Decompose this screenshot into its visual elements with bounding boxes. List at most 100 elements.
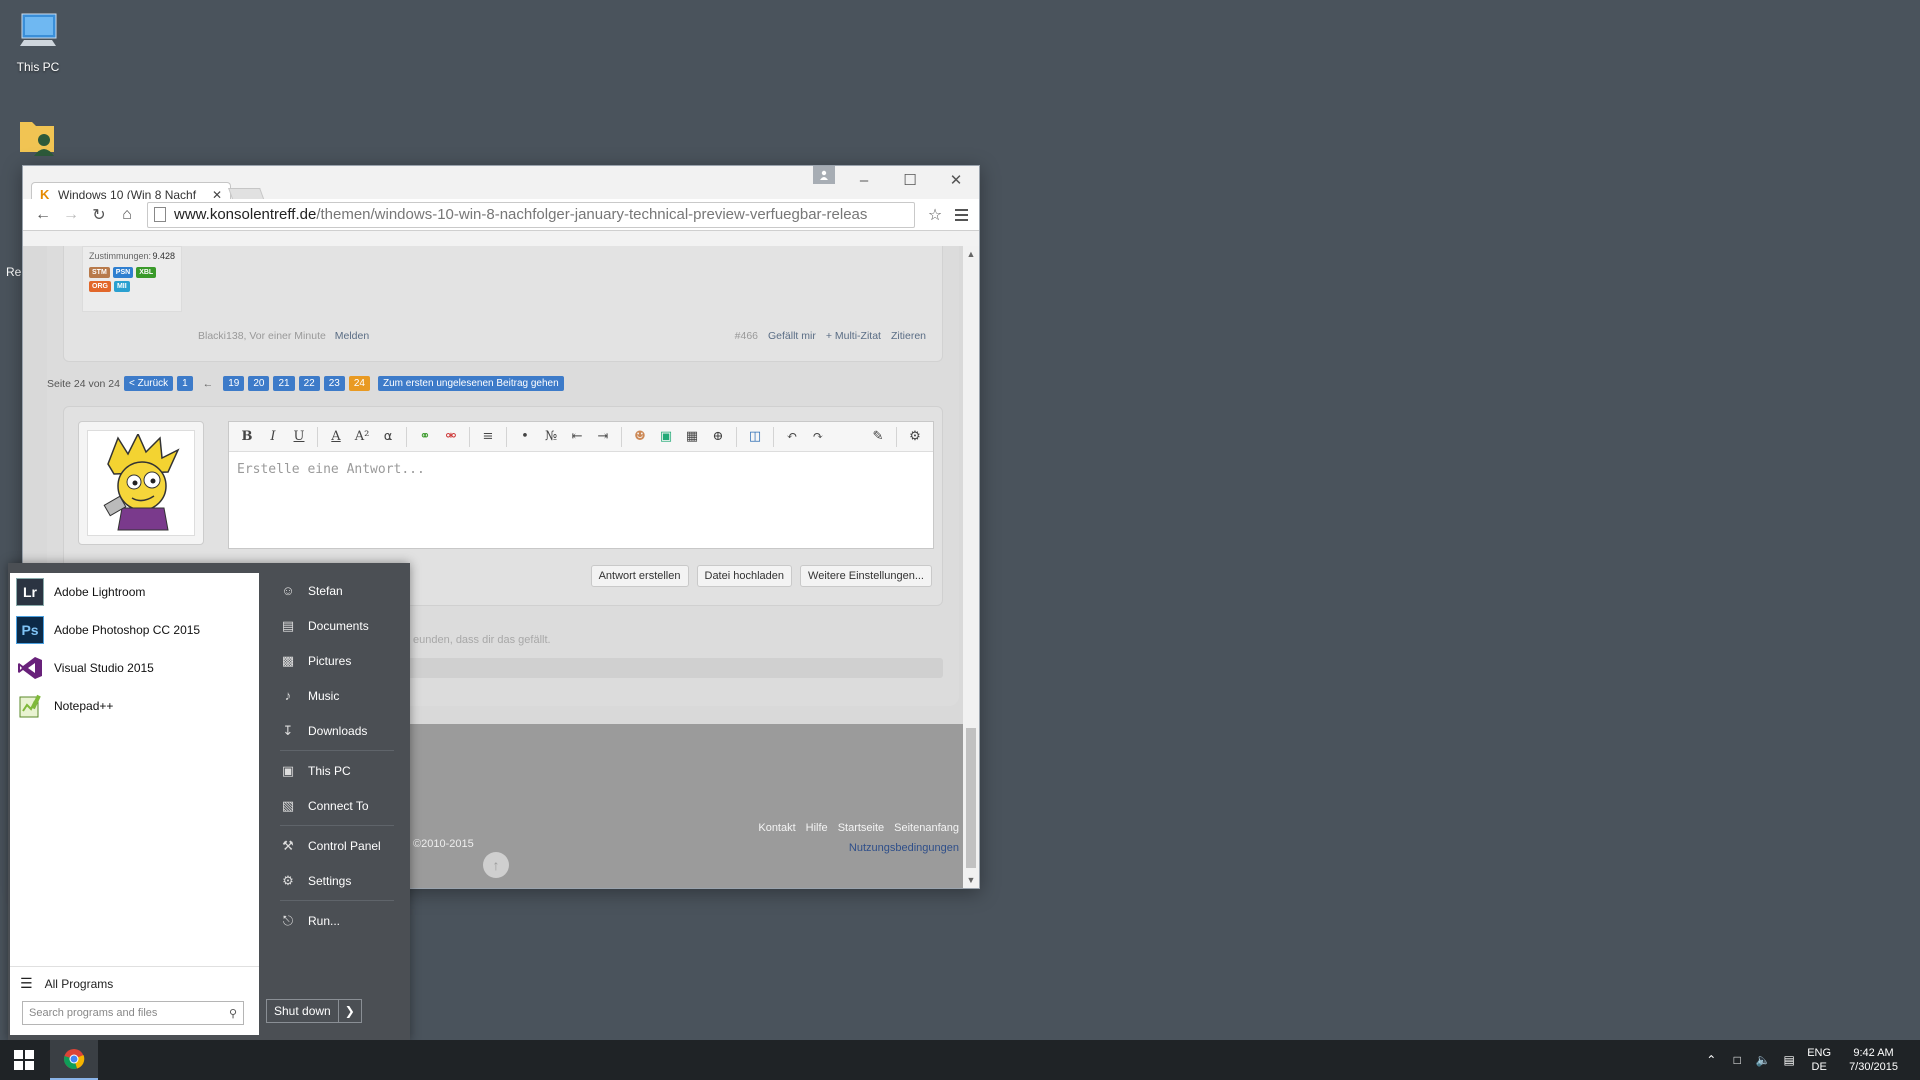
like-link[interactable]: Gefällt mir [768,330,816,342]
app-adobe-photoshop[interactable]: Ps Adobe Photoshop CC 2015 [10,611,259,649]
close-window-button[interactable]: ✕ [933,166,979,194]
undo-icon[interactable]: ↶ [780,426,804,448]
remove-link-icon[interactable]: ⚮ [439,426,463,448]
minimize-button[interactable]: – [841,166,887,194]
post-number[interactable]: #466 [735,330,758,342]
footer-link-terms[interactable]: Nutzungsbedingungen [849,842,959,854]
desktop-icon-this-pc[interactable]: This PC [0,8,76,74]
post-reply-button[interactable]: Antwort erstellen [590,565,689,587]
badge-xbl[interactable]: XBL [136,267,157,278]
scrollbar-thumb[interactable] [966,728,976,868]
place-run[interactable]: ⎋ Run... [272,903,410,938]
editor-settings-icon[interactable]: ⚙ [903,426,927,448]
bookmark-star-icon[interactable]: ☆ [921,202,949,228]
outdent-icon[interactable]: ⇤ [565,426,589,448]
shutdown-button[interactable]: Shut down [267,1000,339,1022]
remove-format-icon[interactable]: ✎ [866,426,890,448]
more-options-button[interactable]: Weitere Einstellungen... [800,565,932,587]
insert-image-icon[interactable]: ▣ [654,426,678,448]
clock[interactable]: 9:42 AM 7/30/2015 [1849,1046,1898,1074]
badge-stm[interactable]: STM [89,267,110,278]
app-adobe-lightroom[interactable]: Lr Adobe Lightroom [10,573,259,611]
page-scrollbar[interactable]: ▲ ▼ [963,246,979,888]
home-icon[interactable]: ⌂ [113,202,141,228]
page-23-button[interactable]: 23 [323,376,345,391]
italic-icon[interactable]: I [261,426,285,448]
text-color-icon[interactable]: A [324,426,348,448]
back-icon[interactable]: ← [29,202,57,228]
footer-link-home[interactable]: Startseite [838,822,884,834]
start-search-input[interactable]: Search programs and files ⚲ [22,1001,244,1025]
place-user[interactable]: ☺ Stefan [272,573,410,608]
input-language[interactable]: ENG DE [1807,1046,1831,1074]
smilie-icon[interactable]: ☻ [628,426,652,448]
volume-icon[interactable]: 🔈 [1755,1052,1771,1068]
multiquote-link[interactable]: + Multi-Zitat [826,330,881,342]
address-bar[interactable]: www.konsolentreff.de/themen/windows-10-w… [147,201,915,228]
place-downloads[interactable]: ↧ Downloads [272,713,410,748]
badge-mii[interactable]: MII [113,281,130,292]
browser-titlebar[interactable]: – ☐ ✕ K Windows 10 (Win 8 Nachf ✕ [23,166,979,206]
scroll-down-icon[interactable]: ▼ [963,872,979,888]
profile-button[interactable] [813,166,835,184]
footer-link-top[interactable]: Seitenanfang [894,822,959,834]
music-icon: ♪ [284,688,292,703]
start-button[interactable] [0,1040,48,1080]
browser-menu-icon[interactable] [949,203,973,227]
scroll-up-icon[interactable]: ▲ [963,246,979,262]
prev-page-button[interactable]: < Zurück [123,376,174,391]
font-family-icon[interactable]: ⍺ [376,426,400,448]
redo-icon[interactable]: ↷ [806,426,830,448]
upload-file-button[interactable]: Datei hochladen [696,565,793,587]
badge-org[interactable]: ORG [89,281,111,292]
reload-icon[interactable]: ↻ [85,202,113,228]
maximize-button[interactable]: ☐ [887,166,933,194]
place-this-pc[interactable]: ▣ This PC [272,753,410,788]
post-author-time[interactable]: Blacki138, Vor einer Minute [198,330,326,342]
action-center-icon[interactable]: ▤ [1781,1052,1797,1068]
footer-link-help[interactable]: Hilfe [806,822,828,834]
report-link[interactable]: Melden [335,330,369,342]
page-22-button[interactable]: 22 [298,376,320,391]
save-draft-icon[interactable]: ◫ [743,426,767,448]
place-label: Pictures [308,653,352,668]
place-documents[interactable]: ▤ Documents [272,608,410,643]
app-notepad-plus-plus[interactable]: Notepad++ [10,687,259,725]
place-pictures[interactable]: ▩ Pictures [272,643,410,678]
reply-editor[interactable]: B I U A A² ⍺ ⚭ ⚮ ≡ • № ⇤ ⇥ ☻ ▣ ▦ ⊕ ◫ ↶ ↷… [228,421,934,549]
place-connect-to[interactable]: ▧ Connect To [272,788,410,823]
bullet-list-icon[interactable]: • [513,426,537,448]
taskbar-chrome[interactable] [50,1040,98,1080]
badge-psn[interactable]: PSN [112,267,134,278]
first-unread-button[interactable]: Zum ersten ungelesenen Beitrag gehen [377,376,564,391]
scroll-top-icon[interactable]: ↑ [483,852,509,878]
place-settings[interactable]: ⚙ Settings [272,863,410,898]
page-21-button[interactable]: 21 [273,376,295,391]
footer-link-contact[interactable]: Kontakt [758,822,795,834]
page-20-button[interactable]: 20 [248,376,270,391]
search-icon: ⚲ [228,1007,237,1020]
indent-icon[interactable]: ⇥ [591,426,615,448]
font-size-icon[interactable]: A² [350,426,374,448]
chevron-up-icon[interactable]: ⌃ [1703,1052,1719,1068]
align-icon[interactable]: ≡ [476,426,500,448]
quote-link[interactable]: Zitieren [891,330,926,342]
app-visual-studio[interactable]: Visual Studio 2015 [10,649,259,687]
forward-icon[interactable]: → [57,202,85,228]
start-menu-places: ☺ Stefan ▤ Documents ▩ Pictures ♪ Music ↧ Dow… [272,573,410,938]
place-music[interactable]: ♪ Music [272,678,410,713]
numbered-list-icon[interactable]: № [539,426,563,448]
shutdown-options-icon[interactable]: ❯ [339,1000,361,1022]
bold-icon[interactable]: B [235,426,259,448]
insert-more-icon[interactable]: ⊕ [706,426,730,448]
page-19-button[interactable]: 19 [223,376,245,391]
insert-media-icon[interactable]: ▦ [680,426,704,448]
underline-icon[interactable]: U [287,426,311,448]
insert-link-icon[interactable]: ⚭ [413,426,437,448]
all-programs[interactable]: ☰ All Programs [10,966,259,1000]
desktop-icon-user-folder[interactable] [0,112,76,164]
place-control-panel[interactable]: ⚒ Control Panel [272,828,410,863]
network-icon[interactable]: □ [1729,1052,1745,1068]
page-1-button[interactable]: 1 [177,376,193,391]
reply-textarea[interactable]: Erstelle eine Antwort... [229,452,933,487]
